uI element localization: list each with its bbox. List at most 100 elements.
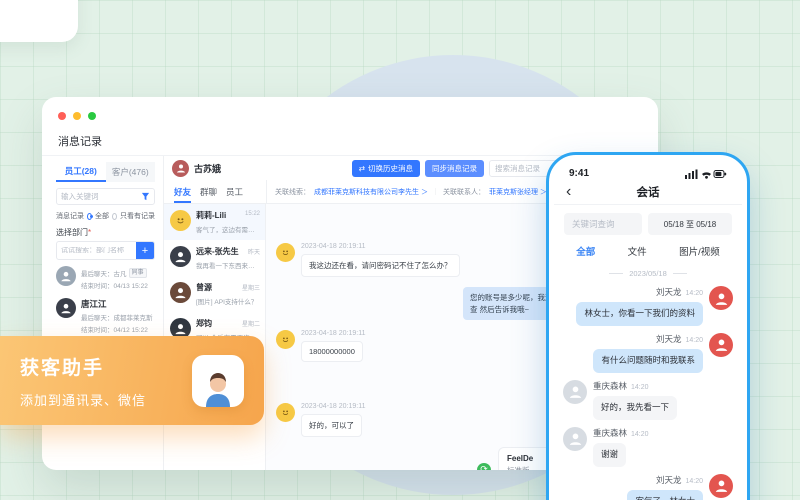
message-time: 14:20 [685, 290, 703, 297]
sender-name: 重庆森林 [593, 381, 627, 391]
chat-peer-name: 古苏娥 [194, 162, 221, 175]
avatar [276, 403, 295, 422]
contact-name: 唐江江 [81, 298, 155, 310]
back-icon[interactable]: ‹ [566, 184, 571, 200]
list-item[interactable]: 曾源 [图片] API支持什么？ 星期三 [164, 276, 265, 312]
divider: ｜ [432, 187, 439, 197]
promo-text: 获客助手 添加到通讯录、微信 [20, 353, 146, 409]
assistant-app-icon [192, 355, 244, 407]
window-controls [58, 112, 96, 120]
sender-name: 重庆森林 [593, 428, 627, 438]
tab-all[interactable]: 全部 [576, 244, 595, 258]
lead-link[interactable]: 成都菲莱克斯科技有限公司李先生 ＞ [314, 187, 428, 197]
avatar [170, 246, 191, 267]
relation-tabs: 好友 群聊 员工 [164, 180, 266, 203]
radio-only-label[interactable]: 只看有记录 [120, 211, 155, 221]
phone-screen: 9:41 ‹ 会话 05/18 至 05/18 全部 文件 图片/视频 2 [554, 160, 742, 500]
message-bubble: 好的，我先看一下 [593, 396, 677, 420]
department-search[interactable]: + [56, 241, 155, 260]
sender-name: 刘天龙 [656, 334, 682, 344]
decorative-corner-card [0, 0, 78, 42]
last-chat: 最后聊天：古凡 [81, 268, 127, 278]
incoming-message: 重庆森林14:20 好的，我先看一下 [563, 380, 733, 420]
avatar [172, 160, 189, 177]
contact-link[interactable]: 菲莱克斯张经理 ＞ [489, 187, 547, 197]
conversation-time: 星期二 [242, 319, 260, 328]
outgoing-message: 刘天龙14:20 客气了，林女士 [563, 474, 733, 500]
list-item[interactable]: 远来-张先生 我再看一下东西来，有没有… 昨天 [164, 240, 265, 276]
list-item[interactable]: 唐江江 最后聊天：成都菲莱克斯群聊 结束时间：04/12 15:22 [56, 294, 155, 338]
message-bubble: 林女士，你看一下我们的资料 [576, 302, 703, 326]
radio-all-label[interactable]: 全部 [95, 211, 109, 221]
list-item[interactable]: 莉莉-Lili 客气了，这边有需要随时联… 15:22 [164, 204, 265, 240]
list-item[interactable]: 最后聊天：古凡同事 结束时间：04/13 15:22 [56, 264, 155, 294]
tab-employees[interactable]: 员工(28) [56, 162, 106, 182]
avatar [709, 333, 733, 357]
message-bubble: 我这边还在看，请问密码记不住了怎么办？ [301, 254, 460, 277]
tab-media[interactable]: 图片/视频 [679, 244, 720, 258]
tab-groups[interactable]: 群聊 [200, 180, 217, 203]
tab-files[interactable]: 文件 [628, 244, 647, 258]
sidebar-search[interactable] [56, 188, 155, 205]
sync-messages-button[interactable]: 同步消息记录 [425, 160, 484, 177]
message-bubble: 谢谢 [593, 443, 626, 467]
conversation-preview: 客气了，这边有需要随时联… [196, 224, 259, 234]
phone-search-row: 05/18 至 05/18 [554, 205, 742, 237]
message-timestamp: 2023-04-18 20:19:11 [301, 243, 460, 250]
maximize-window-icon[interactable] [88, 112, 96, 120]
group-chip: 群聊 [155, 312, 156, 322]
switch-icon: ⇄ [359, 164, 365, 173]
add-department-button[interactable]: + [136, 242, 154, 259]
list-item[interactable]: 张勤 最后聊天：古凡同事 结束时间：04/02 15:22 [56, 466, 155, 470]
conversation-time: 15:22 [245, 211, 260, 217]
record-filter-label: 消息记录 [56, 211, 84, 221]
phone-page-title: 会话 [637, 184, 660, 200]
minimize-window-icon[interactable] [73, 112, 81, 120]
sender-name: 刘天龙 [656, 475, 682, 485]
avatar [563, 427, 587, 451]
phone-filter-tabs: 全部 文件 图片/视频 [554, 237, 742, 266]
keyword-search-input[interactable] [564, 213, 642, 235]
sidebar-search-input[interactable] [61, 192, 141, 201]
date-range-picker[interactable]: 05/18 至 05/18 [648, 213, 732, 235]
message-time: 14:20 [685, 337, 703, 344]
message-bubble: 18000000000 [301, 341, 363, 362]
record-filter: 消息记录 全部 只看有记录 [56, 211, 155, 221]
page-background: 消息记录 员工(28) 客户(476) 消息记录 全部 只看有记录 [0, 0, 800, 500]
status-time: 9:41 [569, 168, 589, 179]
required-mark: * [88, 228, 91, 237]
avatar [276, 330, 295, 349]
radio-all[interactable] [87, 213, 92, 220]
tab-customers[interactable]: 客户(476) [106, 162, 156, 182]
avatar [170, 282, 191, 303]
chevron-right-icon: ＞ [421, 189, 428, 196]
avatar [276, 243, 295, 262]
outgoing-message: 刘天龙14:20 有什么问题随时和我联系 [563, 333, 733, 373]
message-bubble: 客气了，林女士 [627, 490, 703, 500]
conversation-time: 星期三 [242, 283, 260, 292]
department-search-input[interactable] [57, 247, 136, 254]
department-label: 选择部门* [56, 227, 155, 238]
radio-only-records[interactable] [112, 213, 117, 220]
window-title: 消息记录 [58, 133, 102, 149]
sidebar-tabs: 员工(28) 客户(476) [56, 162, 155, 182]
sender-name: 刘天龙 [656, 287, 682, 297]
message-time: 14:20 [685, 478, 703, 485]
avatar [170, 210, 191, 231]
end-time: 结束时间：04/13 15:22 [81, 280, 148, 290]
incoming-message: 重庆森林14:20 谢谢 [563, 427, 733, 467]
status-icons [685, 169, 727, 179]
contact-label: 关联联系人： [443, 187, 485, 197]
message-bubble: 有什么问题随时和我联系 [593, 349, 703, 373]
tab-staff[interactable]: 员工 [226, 180, 243, 203]
close-window-icon[interactable] [58, 112, 66, 120]
phone-message-list: 刘天龙14:20 林女士，你看一下我们的资料 刘天龙14:20 有什么问题随时和… [554, 284, 742, 500]
tab-friends[interactable]: 好友 [174, 180, 191, 203]
switch-history-button[interactable]: ⇄切换历史消息 [352, 160, 420, 177]
avatar [56, 266, 76, 286]
avatar [563, 380, 587, 404]
filter-icon[interactable] [141, 192, 150, 201]
avatar [56, 298, 76, 318]
colleague-chip: 同事 [129, 268, 147, 278]
conversation-preview: 我再看一下东西来，有没有… [196, 260, 259, 270]
